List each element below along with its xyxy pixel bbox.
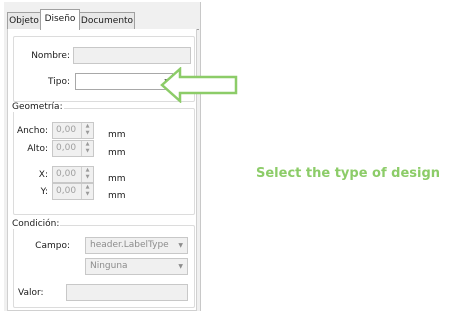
ancho-spinner[interactable]: 0,00 ▲ ▼ xyxy=(52,122,94,139)
spin-up-icon[interactable]: ▲ xyxy=(82,123,93,130)
ancho-spin-buttons: ▲ ▼ xyxy=(81,123,93,138)
alto-spin-buttons: ▲ ▼ xyxy=(81,141,93,156)
spin-up-icon[interactable]: ▲ xyxy=(82,184,93,191)
alto-spinner[interactable]: 0,00 ▲ ▼ xyxy=(52,140,94,157)
tab-objeto[interactable]: Objeto xyxy=(7,12,41,29)
x-value: 0,00 xyxy=(56,169,77,179)
y-label: Y: xyxy=(40,187,48,197)
x-spinner[interactable]: 0,00 ▲ ▼ xyxy=(52,166,94,183)
alto-unit: mm xyxy=(108,148,126,158)
y-unit: mm xyxy=(108,191,126,201)
nombre-label: Nombre: xyxy=(31,51,70,61)
ancho-unit: mm xyxy=(108,130,126,140)
spin-down-icon[interactable]: ▼ xyxy=(82,191,93,198)
ancho-value: 0,00 xyxy=(56,125,77,135)
nombre-input[interactable] xyxy=(73,47,191,64)
operator-dropdown[interactable]: Ninguna ▼ xyxy=(85,258,188,275)
alto-value: 0,00 xyxy=(56,143,77,153)
chevron-down-icon: ▼ xyxy=(178,242,183,249)
chevron-down-icon: ▼ xyxy=(178,263,183,270)
tab-objeto-label: Objeto xyxy=(9,16,39,26)
pointer-arrow-icon xyxy=(160,67,238,103)
campo-value: header.LabelType xyxy=(90,240,169,250)
tab-documento[interactable]: Documento xyxy=(79,12,135,29)
valor-input[interactable] xyxy=(66,284,188,301)
y-spinner[interactable]: 0,00 ▲ ▼ xyxy=(52,183,94,200)
spin-down-icon[interactable]: ▼ xyxy=(82,174,93,181)
campo-label: Campo: xyxy=(35,241,70,251)
tab-documento-label: Documento xyxy=(80,16,134,26)
tipo-dropdown[interactable]: ▼ xyxy=(75,73,173,90)
tab-diseno-label: Diseño xyxy=(44,14,76,24)
x-label: X: xyxy=(38,170,48,180)
properties-panel: Objeto Diseño Documento Nombre: Tipo: ▼ … xyxy=(4,2,201,311)
operator-value: Ninguna xyxy=(90,261,128,271)
campo-dropdown[interactable]: header.LabelType ▼ xyxy=(85,237,188,254)
geometria-title: Geometría: xyxy=(11,102,64,112)
y-value: 0,00 xyxy=(56,186,77,196)
spin-up-icon[interactable]: ▲ xyxy=(82,141,93,148)
valor-label: Valor: xyxy=(18,288,44,298)
condicion-title: Condición: xyxy=(11,219,61,229)
tipo-label: Tipo: xyxy=(48,77,70,87)
y-spin-buttons: ▲ ▼ xyxy=(81,184,93,199)
ancho-label: Ancho: xyxy=(16,126,48,136)
annotation-caption: Select the type of design xyxy=(256,166,441,181)
tab-diseno[interactable]: Diseño xyxy=(40,9,80,30)
x-spin-buttons: ▲ ▼ xyxy=(81,167,93,182)
alto-label: Alto: xyxy=(27,144,48,154)
spin-down-icon[interactable]: ▼ xyxy=(82,148,93,155)
geometria-group xyxy=(13,108,195,215)
spin-down-icon[interactable]: ▼ xyxy=(82,130,93,137)
spin-up-icon[interactable]: ▲ xyxy=(82,167,93,174)
x-unit: mm xyxy=(108,174,126,184)
